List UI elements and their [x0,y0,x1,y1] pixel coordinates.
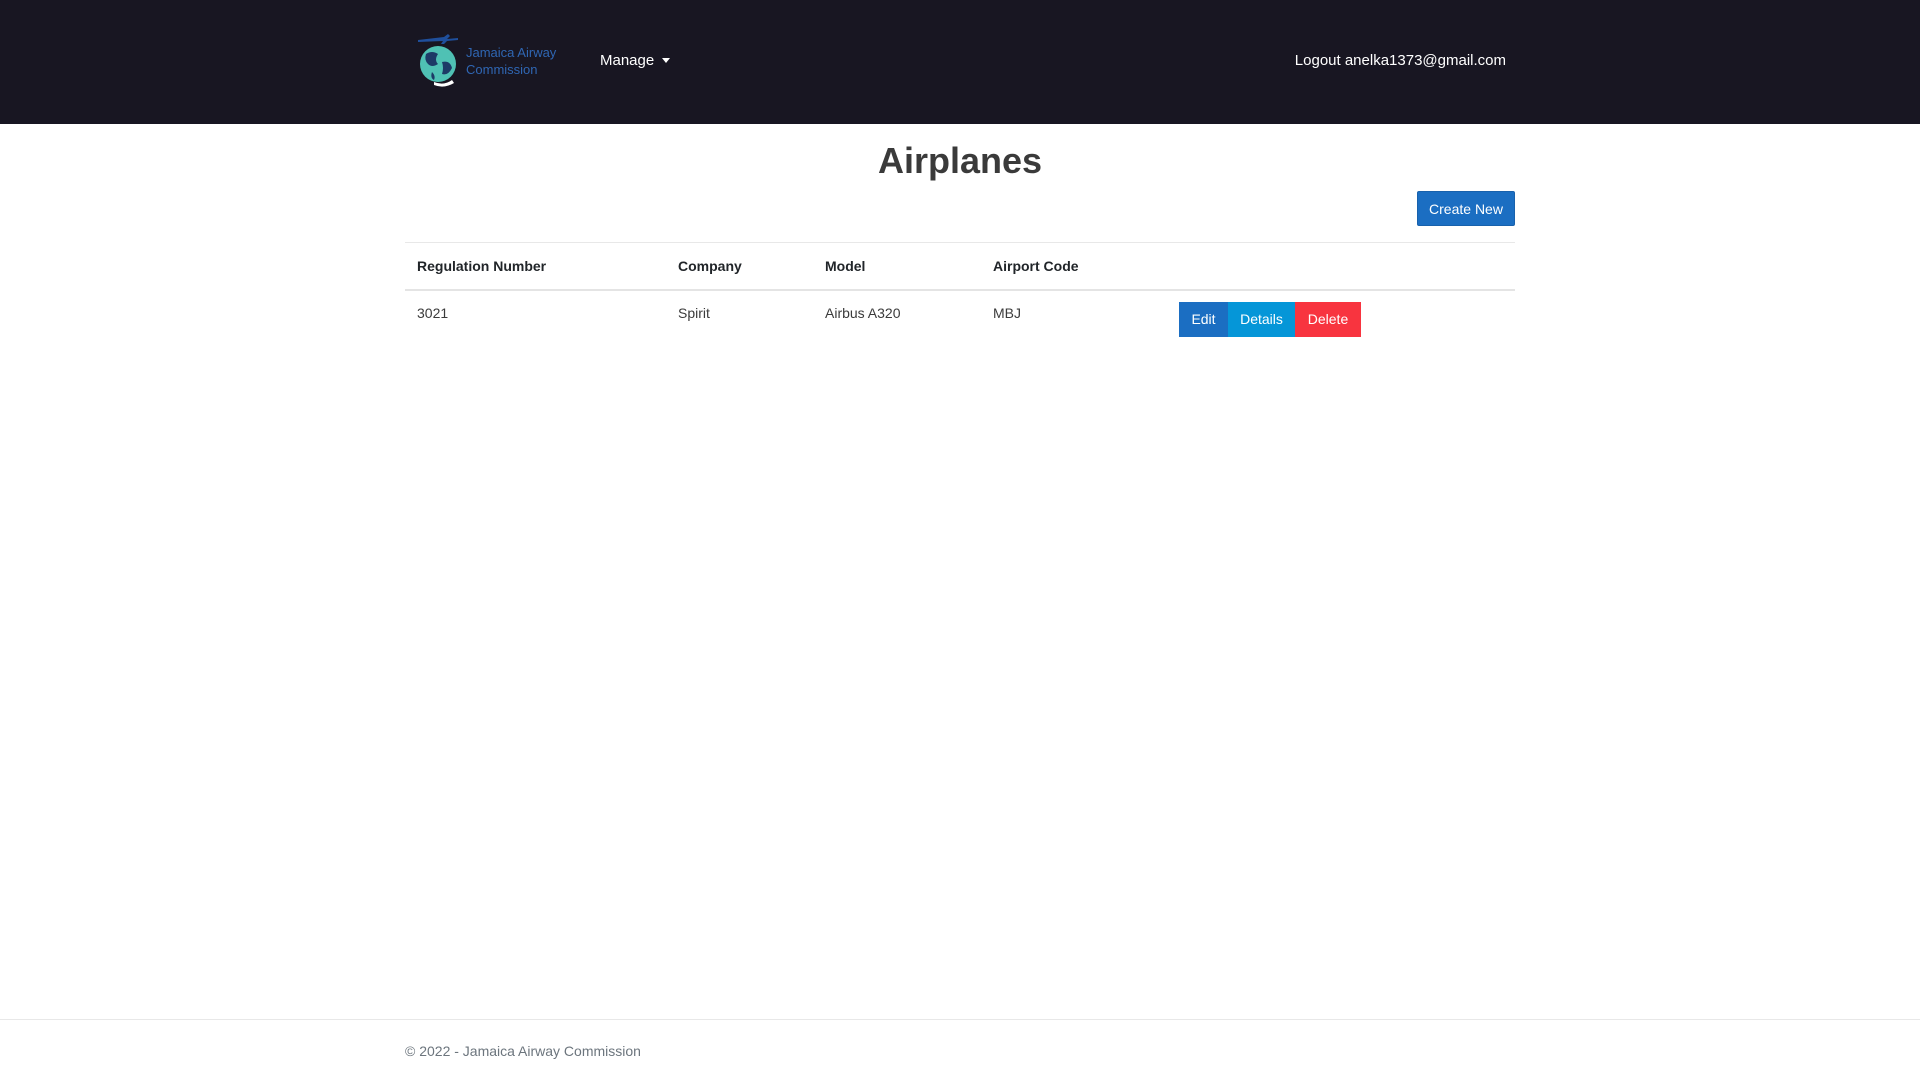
cell-company: Spirit [678,304,710,321]
header-airport-code: Airport Code [993,257,1079,274]
details-button[interactable]: Details [1228,301,1295,337]
logout-link[interactable]: Logout anelka1373@gmail.com [1295,52,1506,69]
edit-button[interactable]: Edit [1179,301,1228,337]
header-model: Model [825,257,866,274]
globe-airplane-icon [414,32,464,90]
table-header-row: Regulation Number Company Model Airport … [405,242,1515,290]
delete-button[interactable]: Delete [1295,301,1361,337]
cell-model: Airbus A320 [825,304,901,321]
footer-copyright: © 2022 - Jamaica Airway Commission [405,1043,641,1059]
cell-actions: Edit Details Delete [1167,290,1515,352]
manage-dropdown[interactable]: Manage [600,52,671,69]
page-title: Airplanes [877,140,1043,181]
header-company: Company [678,257,742,274]
cell-airport-code: MBJ [993,304,1021,321]
header-actions [1167,243,1515,290]
table-row: 3021 Spirit Airbus A320 MBJ Edit Details… [405,290,1515,352]
footer: © 2022 - Jamaica Airway Commission [0,1019,1920,1080]
airplanes-table: Regulation Number Company Model Airport … [405,242,1515,352]
brand-link[interactable]: Jamaica Airway Commission [414,30,566,92]
caret-down-icon [662,58,671,63]
row-action-group: Edit Details Delete [1179,301,1361,337]
create-new-button[interactable]: Create New [1417,191,1515,226]
manage-label: Manage [600,52,655,69]
top-navbar: Jamaica Airway Commission Manage Logout … [0,0,1920,124]
brand-name: Jamaica Airway Commission [466,45,557,77]
header-regulation-number: Regulation Number [417,257,547,274]
cell-regulation-number: 3021 [417,304,449,321]
